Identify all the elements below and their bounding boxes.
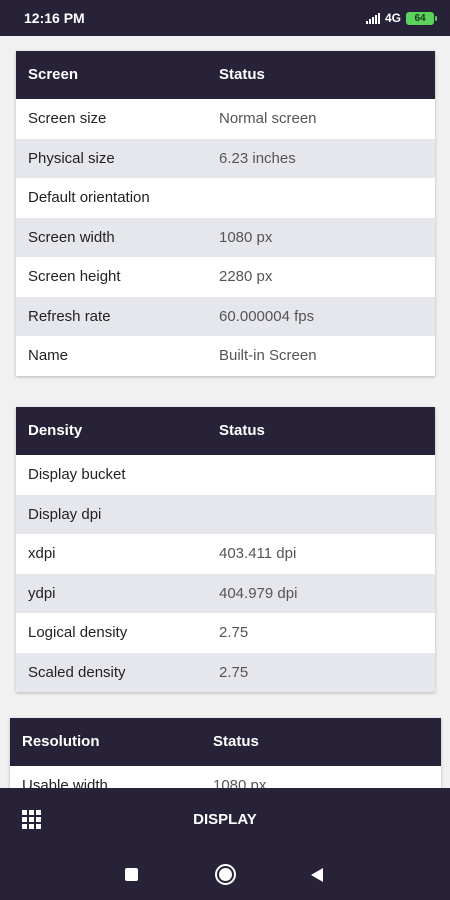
content-scroll-area[interactable]: Screen Status Screen size Normal screen P… — [0, 36, 450, 788]
card-body: Usable width 1080 px — [10, 766, 441, 788]
row-label: ydpi — [28, 584, 56, 602]
table-row: Scaled density 2.75 — [16, 652, 435, 692]
table-row: Display bucket — [16, 455, 435, 495]
header-label: Resolution — [22, 733, 100, 750]
page-title: DISPLAY — [193, 811, 257, 828]
row-label: Physical size — [28, 149, 115, 167]
table-row: xdpi 403.411 dpi — [16, 534, 435, 574]
back-icon[interactable] — [311, 868, 323, 882]
header-label: Screen — [28, 66, 79, 83]
row-value: Built-in Screen — [219, 347, 317, 364]
signal-icon — [365, 12, 380, 24]
header-status: Status — [213, 733, 259, 750]
status-icons: 4G 64 — [365, 11, 437, 25]
row-label: Logical density — [28, 624, 128, 641]
battery-icon: 64 — [406, 11, 437, 25]
row-value: 404.979 dpi — [219, 584, 298, 602]
row-value: 2.75 — [219, 663, 249, 681]
row-value: Normal screen — [219, 110, 317, 127]
table-row: Screen size Normal screen — [16, 99, 435, 139]
row-label: Usable width — [22, 777, 108, 788]
row-label: Name — [28, 347, 69, 364]
density-card: Density Status Display bucket Display dp… — [16, 407, 435, 692]
card-header: Resolution Status — [10, 718, 441, 766]
home-icon[interactable] — [215, 864, 236, 885]
row-label: Scaled density — [28, 663, 126, 681]
card-header: Density Status — [16, 407, 435, 455]
row-label: Default orientation — [28, 189, 150, 206]
row-value: 2280 px — [219, 268, 273, 285]
card-body: Screen size Normal screen Physical size 6.… — [16, 99, 435, 376]
row-label: Display dpi — [28, 505, 102, 523]
table-row: ydpi 404.979 dpi — [16, 573, 435, 613]
row-label: Screen size — [28, 110, 107, 127]
table-row: Physical size 6.23 inches — [16, 138, 435, 178]
card-header: Screen Status — [16, 51, 435, 99]
table-row: Refresh rate 60.000004 fps — [16, 296, 435, 336]
row-label: Screen width — [28, 228, 115, 246]
table-row: Screen height 2280 px — [16, 257, 435, 297]
table-row: Logical density 2.75 — [16, 613, 435, 653]
row-label: Screen height — [28, 268, 121, 285]
bottom-bar: DISPLAY — [0, 788, 450, 900]
table-row: Usable width 1080 px — [10, 766, 441, 788]
row-label: xdpi — [28, 545, 56, 562]
table-row: Name Built-in Screen — [16, 336, 435, 376]
screen-card: Screen Status Screen size Normal screen P… — [16, 51, 435, 376]
row-value: 2.75 — [219, 624, 249, 641]
header-status: Status — [219, 422, 265, 439]
header-status: Status — [219, 66, 265, 83]
status-bar: 12:16 PM 4G 64 — [0, 0, 450, 36]
card-body: Display bucket Display dpi xdpi 403.411 d… — [16, 455, 435, 692]
status-time: 12:16 PM — [24, 10, 85, 26]
row-value: 1080 px — [213, 777, 267, 788]
row-value: 403.411 dpi — [219, 545, 297, 562]
row-value: 1080 px — [219, 228, 273, 246]
row-label: Display bucket — [28, 466, 126, 483]
table-row: Display dpi — [16, 494, 435, 534]
resolution-card: Resolution Status Usable width 1080 px — [10, 718, 441, 788]
row-label: Refresh rate — [28, 307, 111, 325]
table-row: Default orientation — [16, 178, 435, 218]
header-label: Density — [28, 422, 83, 439]
row-value: 60.000004 fps — [219, 307, 315, 325]
network-type: 4G — [384, 11, 401, 25]
recent-apps-icon[interactable] — [125, 868, 138, 881]
row-value: 6.23 inches — [219, 149, 296, 167]
table-row: Screen width 1080 px — [16, 217, 435, 257]
